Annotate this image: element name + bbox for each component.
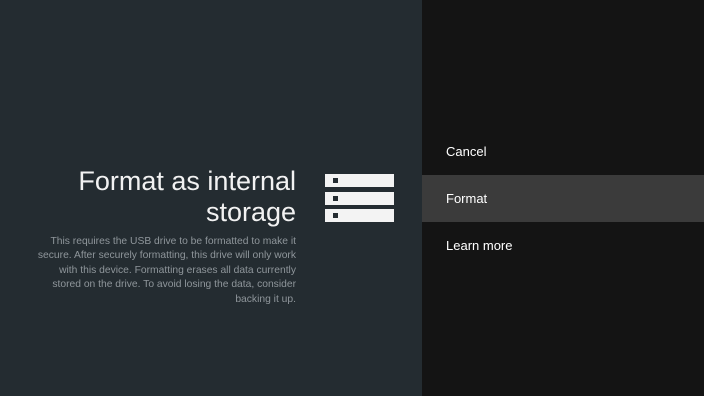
storage-drive-icon xyxy=(325,174,394,223)
dialog-title: Format as internal storage xyxy=(6,166,296,228)
cancel-action[interactable]: Cancel xyxy=(422,128,704,175)
storage-drive-row-2 xyxy=(325,192,394,205)
dialog-description: This requires the USB drive to be format… xyxy=(37,236,296,305)
storage-drive-row-3 xyxy=(325,209,394,222)
format-dialog-screen: Format as internal storage This requires… xyxy=(0,0,704,396)
dialog-title-line-1: Format as internal xyxy=(78,166,296,196)
format-action[interactable]: Format xyxy=(422,175,704,222)
storage-drive-indicator-1 xyxy=(333,178,338,183)
storage-drive-indicator-2 xyxy=(333,196,338,201)
action-menu-panel: Cancel Format Learn more xyxy=(422,0,704,396)
learn-more-action[interactable]: Learn more xyxy=(422,222,704,269)
dialog-info-panel: Format as internal storage This requires… xyxy=(0,0,422,396)
action-menu: Cancel Format Learn more xyxy=(422,128,704,269)
storage-drive-row-1 xyxy=(325,174,394,187)
storage-drive-indicator-3 xyxy=(333,213,338,218)
dialog-title-line-2: storage xyxy=(205,197,296,227)
